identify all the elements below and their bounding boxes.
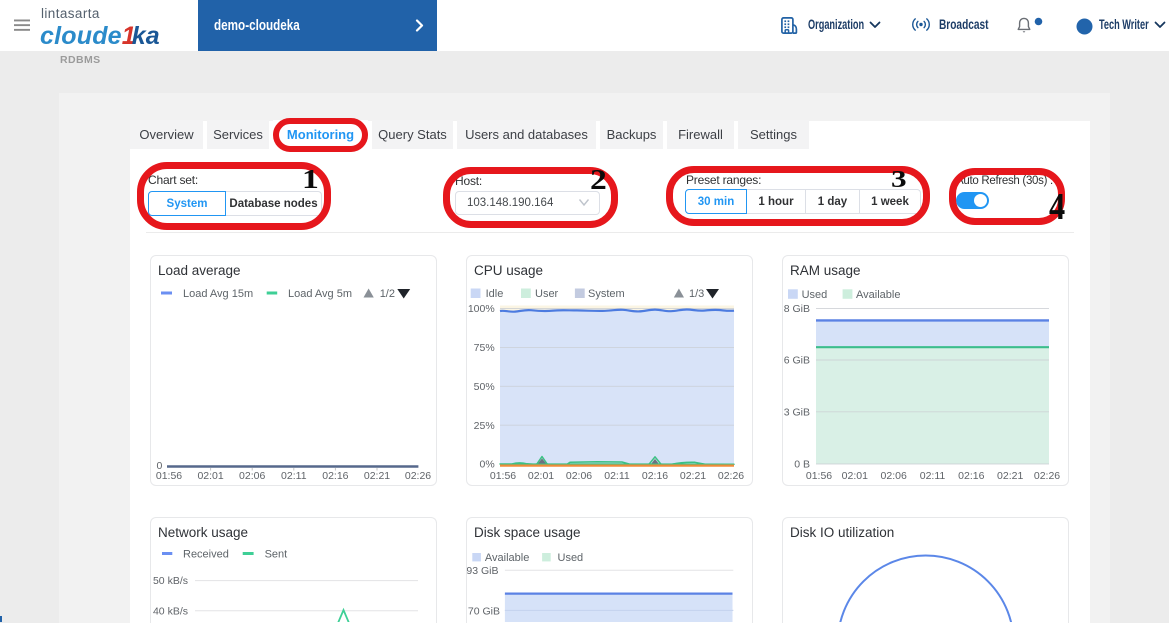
svg-text:50%: 50% (474, 381, 495, 393)
svg-text:02:26: 02:26 (405, 470, 431, 482)
svg-text:75%: 75% (474, 342, 495, 354)
svg-text:Sent: Sent (265, 549, 288, 561)
svg-text:8 GiB: 8 GiB (784, 303, 810, 315)
svg-text:02:01: 02:01 (842, 470, 868, 482)
svg-text:User: User (535, 288, 559, 300)
svg-text:Used: Used (802, 289, 828, 301)
svg-text:02:11: 02:11 (281, 470, 307, 482)
svg-text:Available: Available (485, 552, 529, 564)
svg-text:02:01: 02:01 (528, 470, 554, 482)
svg-text:70 GiB: 70 GiB (468, 605, 500, 617)
svg-text:0%: 0% (480, 459, 495, 471)
svg-text:1/2: 1/2 (380, 288, 395, 300)
svg-text:02:06: 02:06 (566, 470, 592, 482)
svg-text:Used: Used (558, 552, 584, 564)
svg-text:40 kB/s: 40 kB/s (153, 606, 188, 618)
svg-text:01:56: 01:56 (156, 470, 182, 482)
svg-text:Idle: Idle (486, 288, 504, 300)
svg-text:93 GiB: 93 GiB (467, 565, 499, 577)
svg-text:02:11: 02:11 (604, 470, 630, 482)
svg-text:System: System (588, 288, 625, 300)
svg-text:02:26: 02:26 (1034, 470, 1060, 482)
svg-text:02:16: 02:16 (958, 470, 984, 482)
svg-text:02:06: 02:06 (881, 470, 907, 482)
svg-text:02:06: 02:06 (239, 470, 265, 482)
svg-text:1/3: 1/3 (689, 288, 704, 300)
svg-text:3 GiB: 3 GiB (784, 406, 810, 418)
svg-text:01:56: 01:56 (490, 470, 516, 482)
svg-text:02:21: 02:21 (997, 470, 1023, 482)
svg-text:0 B: 0 B (794, 459, 810, 471)
svg-text:02:26: 02:26 (718, 470, 744, 482)
svg-text:02:11: 02:11 (920, 470, 946, 482)
svg-text:6 GiB: 6 GiB (784, 355, 810, 367)
svg-text:Received: Received (183, 549, 229, 561)
svg-text:Load Avg 5m: Load Avg 5m (288, 288, 352, 300)
svg-text:25%: 25% (474, 420, 495, 432)
svg-text:01:56: 01:56 (806, 470, 832, 482)
svg-text:50 kB/s: 50 kB/s (153, 575, 188, 587)
svg-text:02:21: 02:21 (364, 470, 390, 482)
svg-text:Load Avg 15m: Load Avg 15m (183, 288, 253, 300)
svg-text:02:16: 02:16 (642, 470, 668, 482)
svg-text:02:16: 02:16 (322, 470, 348, 482)
svg-text:100%: 100% (468, 303, 495, 315)
svg-text:Available: Available (856, 289, 900, 301)
svg-text:02:01: 02:01 (197, 470, 223, 482)
svg-text:02:21: 02:21 (680, 470, 706, 482)
